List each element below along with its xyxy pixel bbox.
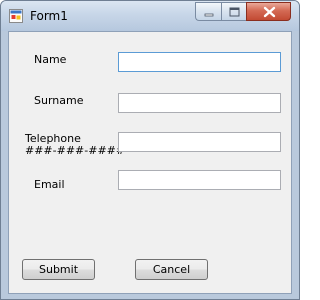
telephone-label-block: Telephone ###-###-#### (25, 133, 125, 157)
telephone-format-hint: ###-###-#### (25, 144, 126, 157)
surname-label: Surname (34, 94, 84, 107)
close-button[interactable] (246, 2, 291, 21)
telephone-field[interactable] (118, 132, 281, 152)
name-field[interactable] (118, 52, 281, 72)
minimize-button[interactable] (195, 2, 221, 21)
cancel-button[interactable]: Cancel (135, 259, 208, 280)
email-field[interactable] (118, 170, 281, 190)
maximize-button[interactable] (221, 2, 246, 21)
form-client-area: Name Surname Telephone ###-###-#### Emai… (8, 31, 292, 294)
close-icon (263, 6, 276, 18)
submit-button[interactable]: Submit (22, 259, 95, 280)
title-bar[interactable]: Form1 (1, 1, 299, 31)
surname-field[interactable] (118, 93, 281, 113)
email-label: Email (34, 178, 65, 191)
form-window: Form1 Name Surname Telephone ###-###-###… (0, 0, 300, 300)
form-app-icon[interactable] (9, 9, 23, 23)
name-label: Name (34, 53, 67, 66)
minimize-icon (204, 13, 214, 17)
maximize-icon (229, 7, 240, 17)
window-title: Form1 (30, 9, 68, 23)
